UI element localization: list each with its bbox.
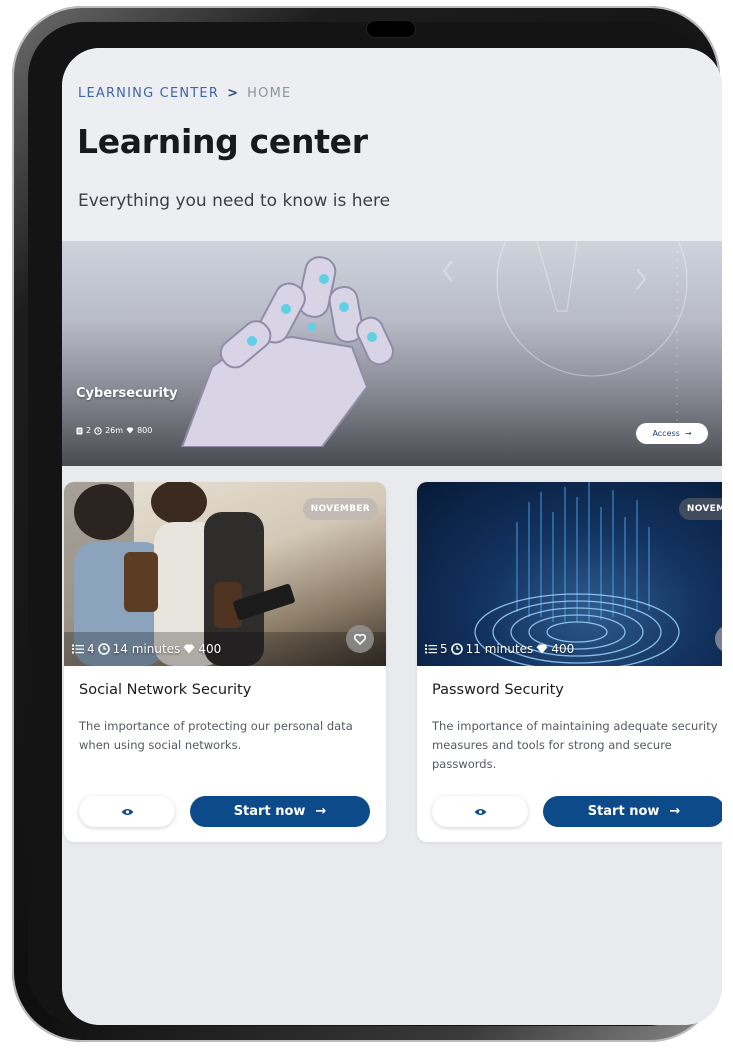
- breadcrumb: LEARNING CENTER > HOME: [78, 86, 291, 101]
- page-subtitle: Everything you need to know is here: [78, 191, 391, 211]
- page-title: Learning center: [77, 122, 368, 161]
- diamond-icon: [536, 644, 548, 654]
- empty-content-area: [62, 848, 722, 1025]
- eye-icon: [474, 808, 486, 815]
- hud-decoration: [442, 241, 688, 431]
- clock-icon: [94, 426, 102, 435]
- document-icon: [76, 427, 83, 435]
- screen: LEARNING CENTER > HOME Learning center Eve…: [62, 48, 722, 1025]
- course-lessons: 5: [440, 642, 448, 656]
- clock-icon: [450, 643, 463, 655]
- favorite-button[interactable]: [346, 625, 374, 653]
- month-badge: NOVEMBE: [678, 498, 722, 520]
- tablet-frame: LEARNING CENTER > HOME Learning center Eve…: [12, 6, 722, 1042]
- course-meta: 4 14 minutes 400: [72, 642, 221, 656]
- start-now-button[interactable]: Start now →: [543, 796, 722, 827]
- breadcrumb-separator: >: [227, 86, 240, 101]
- arrow-right-icon: →: [669, 804, 681, 819]
- diamond-icon: [183, 644, 195, 654]
- robot-hand-image: [180, 256, 394, 447]
- course-meta: 5 11 minutes 400: [425, 642, 574, 656]
- month-badge: NOVEMBER: [302, 498, 378, 520]
- heart-icon: [354, 633, 366, 645]
- course-title: Social Network Security: [79, 682, 252, 698]
- hero-title: Cybersecurity: [76, 386, 178, 401]
- hero-banner[interactable]: Cybersecurity 2 26m 800 Access →: [62, 241, 722, 466]
- course-lessons: 4: [87, 642, 95, 656]
- preview-button[interactable]: [432, 796, 528, 827]
- course-description: The importance of protecting our persona…: [79, 719, 353, 752]
- list-icon: [72, 644, 84, 654]
- course-points: 400: [551, 642, 575, 656]
- course-card-image: NOVEMBER 4 14 minutes 400: [64, 482, 386, 666]
- clock-icon: [97, 643, 110, 655]
- access-label: Access: [652, 429, 680, 438]
- access-button[interactable]: Access →: [636, 423, 708, 444]
- list-icon: [425, 644, 437, 654]
- start-label: Start now: [587, 804, 660, 819]
- diamond-icon: [126, 427, 134, 434]
- preview-button[interactable]: [79, 796, 175, 827]
- course-duration: 14 minutes: [112, 642, 181, 656]
- arrow-right-icon: →: [315, 804, 327, 819]
- hero-duration: 26m: [105, 426, 124, 435]
- camera-notch: [366, 20, 416, 38]
- course-card-image: NOVEMBE 5 11 minutes 400: [417, 482, 722, 666]
- start-now-button[interactable]: Start now →: [190, 796, 370, 827]
- fingerprint-photo: [474, 482, 680, 666]
- arrow-right-icon: →: [684, 429, 692, 438]
- breadcrumb-root[interactable]: LEARNING CENTER: [78, 86, 219, 101]
- breadcrumb-current: HOME: [247, 86, 292, 101]
- course-card-social-network[interactable]: NOVEMBER 4 14 minutes 400 Social Network…: [64, 482, 386, 842]
- hero-meta: 2 26m 800: [76, 426, 152, 435]
- eye-icon: [121, 808, 133, 815]
- course-title: Password Security: [432, 682, 564, 698]
- hero-points: 800: [137, 426, 153, 435]
- start-label: Start now: [233, 804, 306, 819]
- hero-lessons: 2: [86, 426, 92, 435]
- course-points: 400: [198, 642, 222, 656]
- course-card-password[interactable]: NOVEMBE 5 11 minutes 400: [417, 482, 722, 842]
- course-description: The importance of maintaining adequate s…: [432, 719, 718, 771]
- course-duration: 11 minutes: [465, 642, 534, 656]
